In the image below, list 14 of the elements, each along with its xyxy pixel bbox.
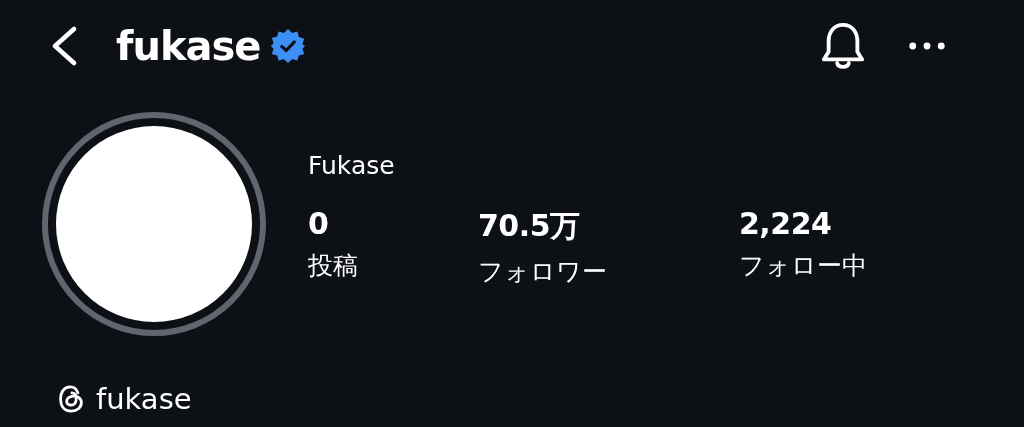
- notification-bell-icon[interactable]: [820, 21, 866, 71]
- more-options-icon[interactable]: [908, 41, 946, 51]
- threads-link[interactable]: fukase: [58, 382, 192, 416]
- stat-label[interactable]: フォロワー: [478, 254, 607, 288]
- stat-label[interactable]: 投稿: [308, 248, 358, 282]
- display-name: Fukase: [308, 150, 396, 180]
- username-title: fukase: [116, 23, 261, 69]
- stat-count[interactable]: 70.5万: [478, 205, 580, 247]
- avatar[interactable]: [42, 112, 266, 336]
- stat-label[interactable]: フォロー中: [739, 248, 867, 282]
- stat-count[interactable]: 2,224: [739, 205, 832, 241]
- threads-logo-icon: [58, 384, 84, 414]
- stat-count[interactable]: 0: [308, 205, 329, 241]
- back-icon[interactable]: [50, 26, 78, 66]
